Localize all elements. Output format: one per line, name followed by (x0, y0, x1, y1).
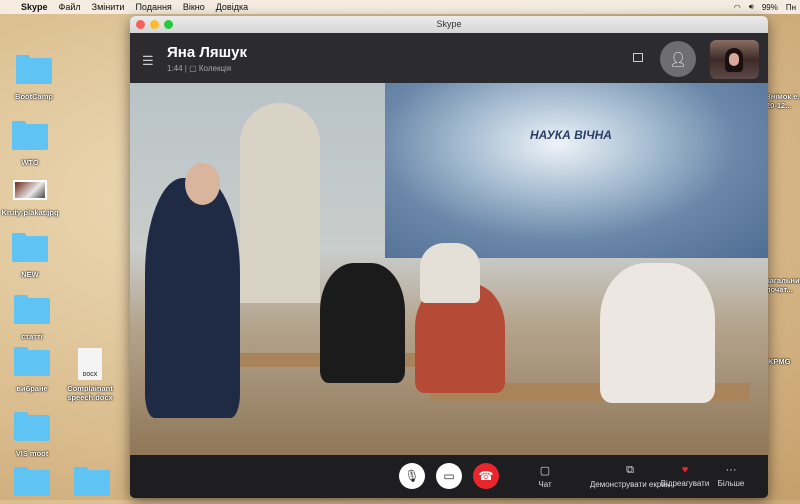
wall-mural: НАУКА ВІЧНА (385, 83, 768, 258)
volume-icon[interactable]: 🔊︎ (749, 2, 754, 12)
folder-icon (14, 412, 50, 441)
folder-icon (12, 121, 48, 150)
group-name[interactable]: Колекція (199, 64, 231, 73)
menu-window[interactable]: Вікно (183, 2, 205, 12)
status-tray: ◠ 🔊︎ 99% Пн (734, 0, 796, 14)
menu-bar: Skype Файл Змінити Подання Вікно Довідка… (0, 0, 800, 14)
docx-file-icon: DOCX (78, 348, 102, 380)
desktop-icon-doc[interactable]: загальни... почат... (766, 276, 800, 294)
add-person-icon: 👤︎ (669, 51, 687, 67)
menu-file[interactable]: Файл (59, 2, 81, 12)
contact-name: Яна Ляшук (167, 44, 247, 61)
folder-icon (14, 467, 50, 496)
self-view-video[interactable] (710, 40, 759, 79)
heart-icon: ♥ (681, 464, 689, 476)
layout-icon[interactable] (633, 53, 643, 62)
zoom-button[interactable] (164, 20, 173, 29)
folder-icon (14, 295, 50, 324)
battery-level[interactable]: 99% (762, 3, 778, 12)
folder-icon (74, 467, 110, 496)
desktop-icon-folder[interactable] (2, 467, 62, 504)
desktop-icon-vybrane[interactable]: вибране (2, 347, 62, 393)
mute-button[interactable]: 🎙︎ (399, 463, 425, 489)
folder-icon (16, 55, 52, 84)
add-participant-button[interactable]: 👤︎ (660, 41, 696, 77)
desktop-icon-complainant-speech[interactable]: DOCX Complainant speech.docx (60, 348, 120, 402)
menu-view[interactable]: Подання (135, 2, 171, 12)
chat-icon: ▢ (539, 465, 551, 477)
end-call-button[interactable]: ☎︎ (473, 463, 499, 489)
menu-icon[interactable]: ☰ (142, 53, 154, 69)
react-button[interactable]: ♥ Відреагувати (660, 464, 710, 488)
minimize-button[interactable] (150, 20, 159, 29)
desktop-icon-wto[interactable]: WTO (0, 121, 60, 167)
video-camera-icon: ▭ (443, 469, 455, 483)
more-icon: ··· (725, 464, 737, 476)
wifi-icon[interactable]: ◠ (734, 3, 741, 12)
menu-edit[interactable]: Змінити (92, 2, 125, 12)
clock[interactable]: Пн (786, 3, 796, 12)
skype-window: Skype ☰ Яна Ляшук 1:44 | ▢ Колекція 👤︎ Н… (130, 16, 768, 498)
folder-icon (12, 233, 48, 262)
close-button[interactable] (136, 20, 145, 29)
window-title: Skype (436, 19, 462, 29)
desktop-icon-statti[interactable]: статтi (2, 295, 62, 341)
hang-up-icon: ☎︎ (478, 469, 494, 483)
call-controls: 🎙︎ ▭ ☎︎ ▢ Чат ⧉ Демонструвати екран ♥ Відре… (130, 455, 768, 498)
desktop-icon-screenshot[interactable]: Знімок е... 20-12... (766, 92, 800, 110)
menu-help[interactable]: Довідка (216, 2, 248, 12)
desktop-icon-kpmg[interactable]: KPMG (768, 357, 800, 366)
desktop-icon-bootcamp[interactable]: BootCamp (4, 55, 64, 101)
video-toggle-button[interactable]: ▭ (436, 463, 462, 489)
menu-app-skype[interactable]: Skype (21, 2, 48, 12)
microphone-icon: 🎙︎ (404, 469, 420, 483)
call-header: ☰ Яна Ляшук 1:44 | ▢ Колекція 👤︎ (130, 33, 768, 83)
call-duration: 1:44 (167, 64, 183, 73)
desktop-icon-kruty-plakat[interactable]: Kruty-plakat.jpg (0, 180, 60, 217)
desktop-icon-vis-moot[interactable]: VIS moot (2, 412, 62, 458)
desktop-icon-new[interactable]: NEW (0, 233, 60, 279)
chat-button[interactable]: ▢ Чат (530, 464, 560, 489)
more-button[interactable]: ··· Більше (713, 464, 749, 488)
call-info: 1:44 | ▢ Колекція (167, 64, 232, 73)
folder-icon (14, 347, 50, 376)
desktop-icon-folder[interactable] (62, 467, 122, 504)
image-thumbnail-icon (13, 180, 47, 200)
remote-video: НАУКА ВІЧНА (130, 83, 768, 455)
window-titlebar[interactable]: Skype (130, 16, 768, 33)
